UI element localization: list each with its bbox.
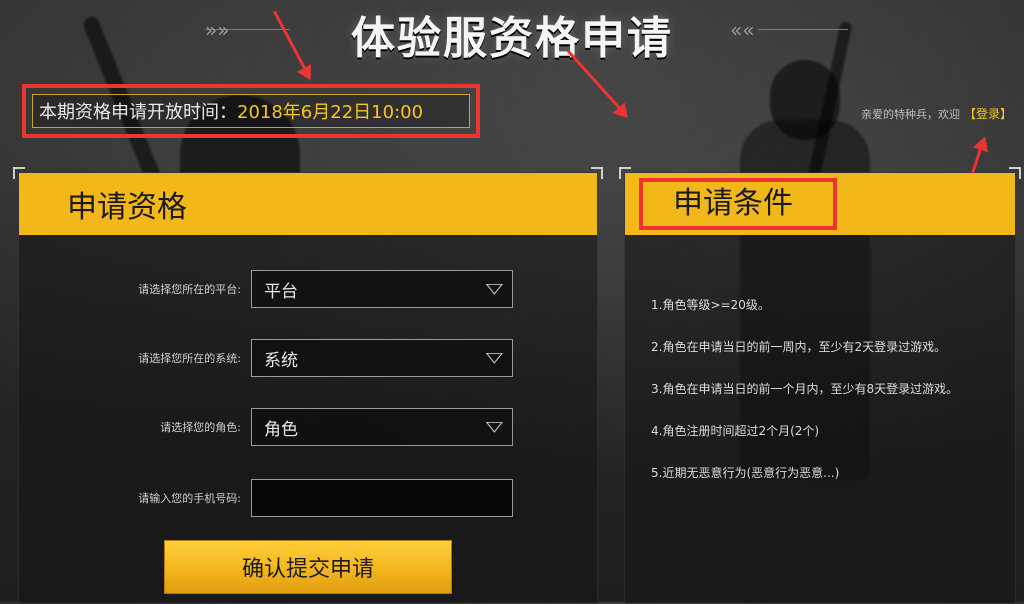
condition-item: 5.近期无恶意行为(恶意行为恶意...) — [651, 466, 840, 480]
platform-select-value: 平台 — [264, 281, 298, 302]
chevron-down-icon: ▽ — [485, 350, 504, 366]
role-row: 请选择您的角色: 角色 ▽ — [19, 408, 597, 446]
conditions-list: 1.角色等级>=20级。 2.角色在申请当日的前一周内，至少有2天登录过游戏。 … — [651, 291, 999, 501]
login-link[interactable]: 【登录】 — [964, 105, 1012, 122]
conditions-panel: 申请条件 1.角色等级>=20级。 2.角色在申请当日的前一周内，至少有2天登录… — [619, 167, 1021, 604]
chevron-down-icon: ▽ — [485, 281, 504, 297]
panel-corner-decor — [619, 167, 631, 179]
greeting: 亲爱的特种兵，欢迎 【登录】 — [861, 105, 1012, 122]
role-select[interactable]: 角色 ▽ — [251, 408, 513, 446]
condition-item: 1.角色等级>=20级。 — [651, 298, 770, 312]
system-select-value: 系统 — [264, 350, 298, 371]
greeting-text: 亲爱的特种兵，欢迎 — [860, 107, 960, 121]
system-label: 请选择您所在的系统: — [138, 352, 241, 365]
submit-application-button[interactable]: 确认提交申请 — [164, 540, 452, 594]
page-title: 体验服资格申请 — [351, 13, 673, 64]
open-time-value: 2018年6月22日10:00 — [237, 102, 424, 123]
system-select[interactable]: 系统 ▽ — [251, 339, 513, 377]
role-select-value: 角色 — [264, 419, 298, 440]
panel-corner-decor — [591, 167, 603, 179]
conditions-panel-header: 申请条件 — [625, 173, 1015, 235]
chevron-down-icon: ▽ — [485, 419, 504, 435]
apply-panel-header: 申请资格 — [19, 173, 597, 235]
platform-row: 请选择您所在的平台: 平台 ▽ — [19, 270, 597, 308]
apply-panel: 申请资格 请选择您所在的平台: 平台 ▽ 请选择您所在的系统: 系统 ▽ 请选择… — [13, 167, 603, 604]
apply-panel-title: 申请资格 — [67, 190, 187, 225]
condition-item: 4.角色注册时间超过2个月(2个) — [651, 424, 820, 438]
platform-label: 请选择您所在的平台: — [138, 283, 241, 296]
conditions-panel-title: 申请条件 — [639, 178, 837, 230]
open-time-label: 本期资格申请开放时间： — [39, 102, 237, 123]
role-label: 请选择您的角色: — [160, 421, 241, 434]
panel-corner-decor — [1009, 167, 1021, 179]
open-time-bar: 本期资格申请开放时间： 2018年6月22日10:00 — [32, 94, 470, 128]
panel-corner-decor — [13, 167, 25, 179]
open-time-highlight-box: 本期资格申请开放时间： 2018年6月22日10:00 — [22, 84, 480, 138]
platform-select[interactable]: 平台 ▽ — [251, 270, 513, 308]
phone-label: 请输入您的手机号码: — [138, 492, 241, 505]
phone-row: 请输入您的手机号码: — [19, 479, 597, 517]
phone-input[interactable] — [251, 479, 513, 517]
condition-item: 3.角色在申请当日的前一个月内，至少有8天登录过游戏。 — [651, 382, 959, 396]
system-row: 请选择您所在的系统: 系统 ▽ — [19, 339, 597, 377]
condition-item: 2.角色在申请当日的前一周内，至少有2天登录过游戏。 — [651, 340, 947, 354]
